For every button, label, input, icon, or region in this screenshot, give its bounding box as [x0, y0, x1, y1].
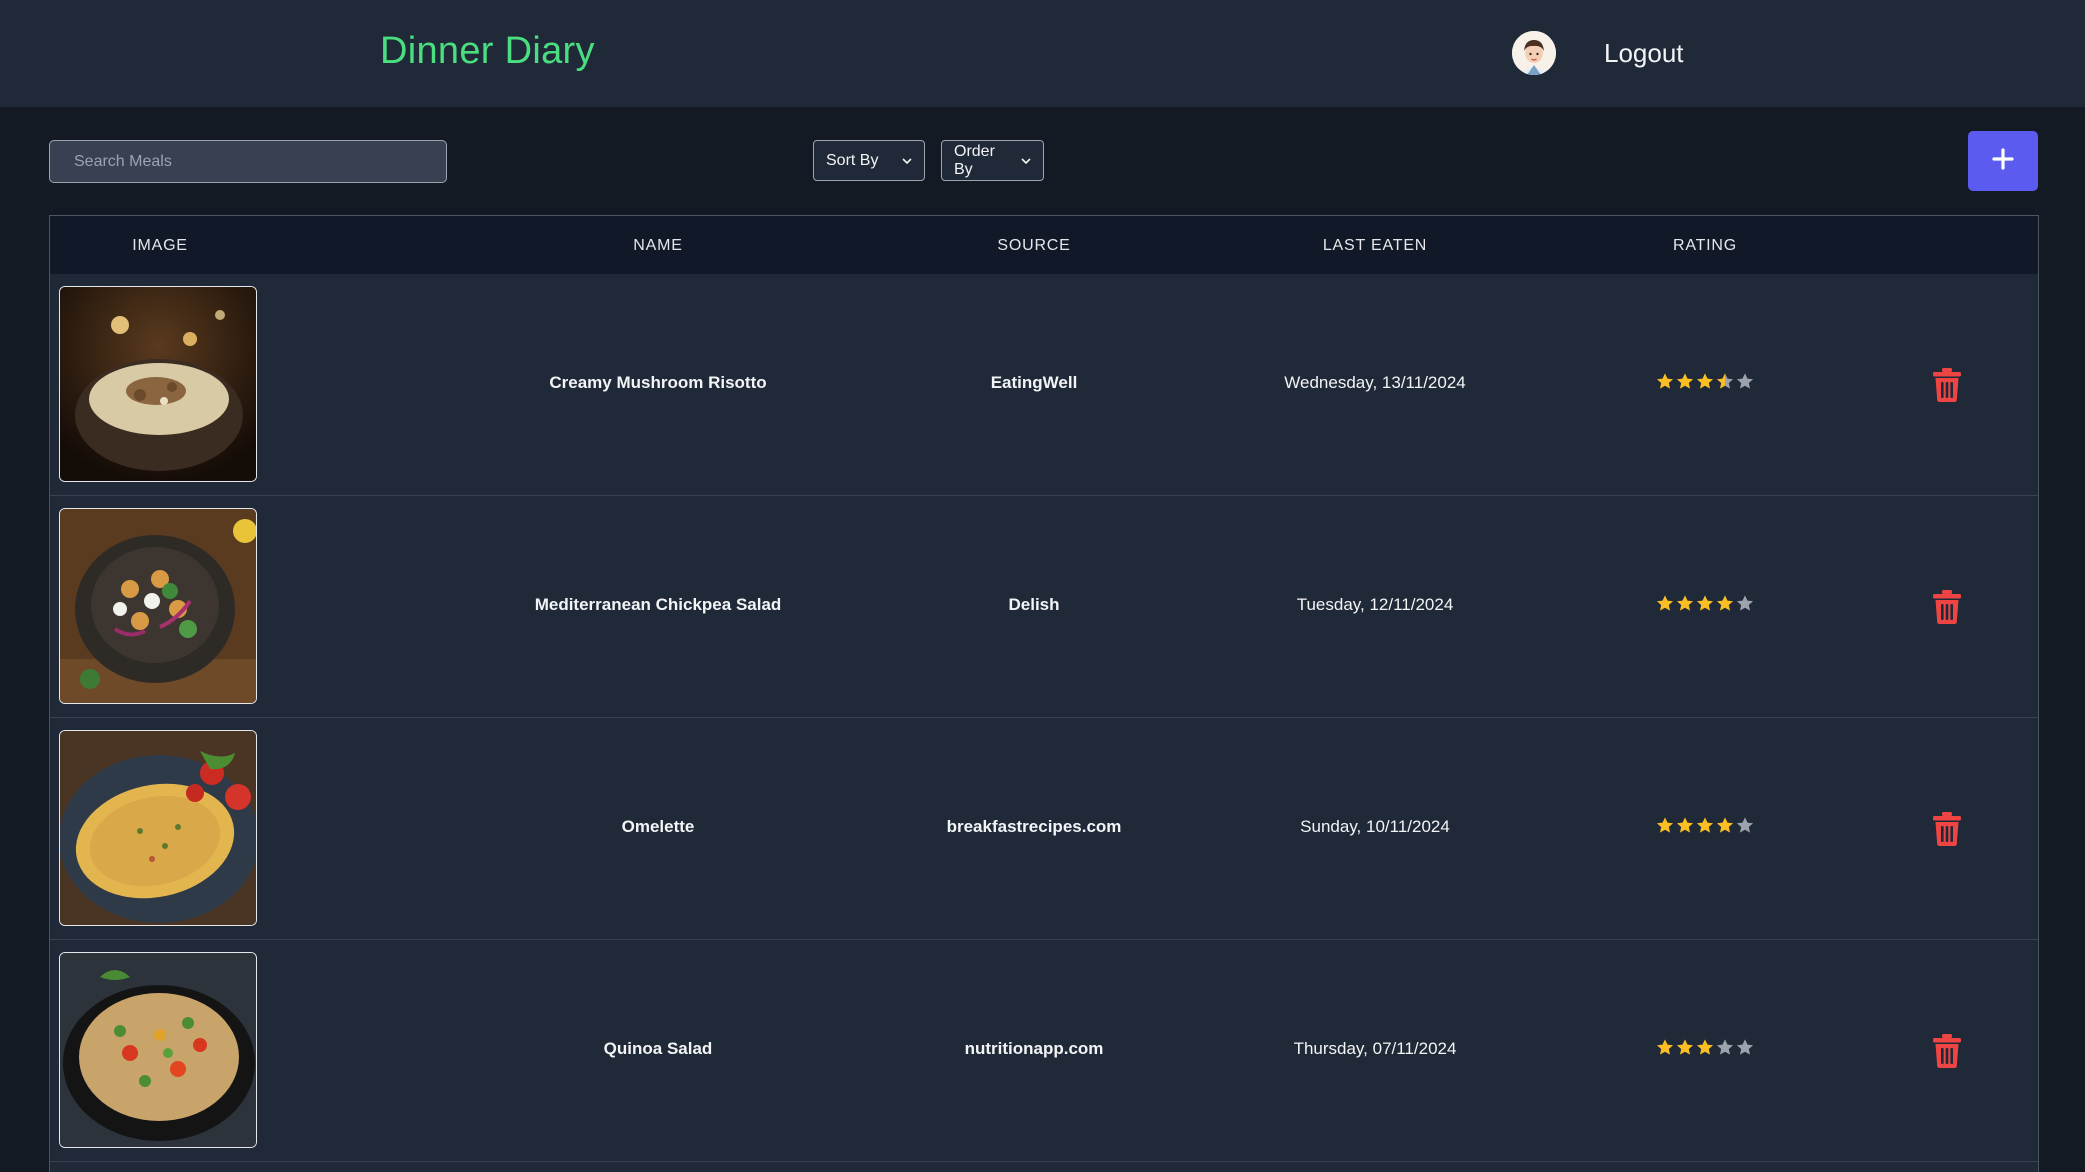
search-input[interactable] — [49, 140, 447, 183]
meal-last-eaten: Wednesday, 13/11/2024 — [1284, 373, 1466, 392]
column-header-rating: RATING — [1672, 237, 1738, 254]
meal-name: Creamy Mushroom Risotto — [549, 373, 767, 392]
star-icon — [1676, 816, 1695, 840]
star-icon — [1656, 372, 1675, 396]
order-by-select[interactable]: Order By — [941, 140, 1044, 181]
table-row[interactable]: Quinoa Salad nutritionapp.com Thursday, … — [50, 940, 2038, 1162]
meal-name: Quinoa Salad — [603, 1039, 713, 1058]
star-icon — [1696, 372, 1715, 396]
star-icon — [1716, 1038, 1735, 1062]
logout-button[interactable]: Logout — [1604, 38, 1684, 69]
sort-by-label: Sort By — [826, 151, 879, 169]
meal-last-eaten: Thursday, 07/11/2024 — [1293, 1039, 1457, 1058]
delete-button[interactable] — [1931, 811, 1963, 847]
meal-image — [59, 508, 257, 704]
star-icon — [1716, 816, 1735, 840]
meals-table: IMAGE NAME SOURCE LAST EATEN RATING Crea… — [49, 215, 2039, 1172]
star-icon — [1696, 594, 1715, 618]
plus-icon — [1991, 147, 2015, 176]
trash-icon — [1931, 590, 1963, 629]
delete-button[interactable] — [1931, 589, 1963, 625]
meal-image — [59, 952, 257, 1148]
meal-last-eaten: Sunday, 10/11/2024 — [1300, 817, 1450, 836]
add-meal-button[interactable] — [1968, 131, 2038, 191]
meal-name: Mediterranean Chickpea Salad — [534, 595, 782, 614]
star-icon — [1676, 372, 1695, 396]
table-header: IMAGE NAME SOURCE LAST EATEN RATING — [50, 216, 2038, 274]
star-icon — [1736, 1038, 1755, 1062]
column-header-name: NAME — [633, 237, 683, 254]
star-icon — [1716, 594, 1735, 618]
star-icon — [1696, 1038, 1715, 1062]
chevron-down-icon — [1021, 153, 1031, 168]
meal-rating — [1656, 372, 1755, 396]
meal-rating — [1656, 594, 1755, 618]
sort-by-select[interactable]: Sort By — [813, 140, 925, 181]
meal-source: breakfastrecipes.com — [946, 817, 1122, 836]
meal-last-eaten: Tuesday, 12/11/2024 — [1296, 595, 1454, 614]
table-row[interactable]: Mediterranean Chickpea Salad Delish Tues… — [50, 496, 2038, 718]
chevron-down-icon — [902, 153, 912, 168]
star-icon — [1676, 1038, 1695, 1062]
trash-icon — [1931, 1034, 1963, 1073]
star-icon — [1656, 1038, 1675, 1062]
star-icon — [1736, 372, 1755, 396]
column-header-last-eaten: LAST EATEN — [1322, 237, 1428, 254]
trash-icon — [1931, 368, 1963, 407]
meal-source: EatingWell — [990, 373, 1078, 392]
star-icon — [1656, 816, 1675, 840]
star-icon — [1696, 816, 1715, 840]
meal-rating — [1656, 816, 1755, 840]
meal-name: Omelette — [621, 817, 695, 836]
star-icon — [1736, 816, 1755, 840]
meal-image — [59, 730, 257, 926]
meal-image — [59, 286, 257, 482]
delete-button[interactable] — [1931, 367, 1963, 403]
meal-rating — [1656, 1038, 1755, 1062]
column-header-source: SOURCE — [997, 237, 1071, 254]
meal-source: Delish — [1008, 595, 1060, 614]
order-by-label: Order By — [954, 142, 995, 178]
table-row[interactable]: Omelette breakfastrecipes.com Sunday, 10… — [50, 718, 2038, 940]
star-icon — [1716, 372, 1735, 396]
trash-icon — [1931, 812, 1963, 851]
star-icon — [1676, 594, 1695, 618]
user-avatar[interactable] — [1512, 31, 1556, 75]
meal-source: nutritionapp.com — [964, 1039, 1104, 1058]
star-icon — [1656, 594, 1675, 618]
star-icon — [1736, 594, 1755, 618]
table-row[interactable]: Creamy Mushroom Risotto EatingWell Wedne… — [50, 274, 2038, 496]
delete-button[interactable] — [1931, 1033, 1963, 1069]
column-header-image: IMAGE — [132, 237, 188, 254]
top-navbar: Dinner Diary Logout — [0, 0, 2085, 107]
app-title: Dinner Diary — [380, 30, 595, 72]
